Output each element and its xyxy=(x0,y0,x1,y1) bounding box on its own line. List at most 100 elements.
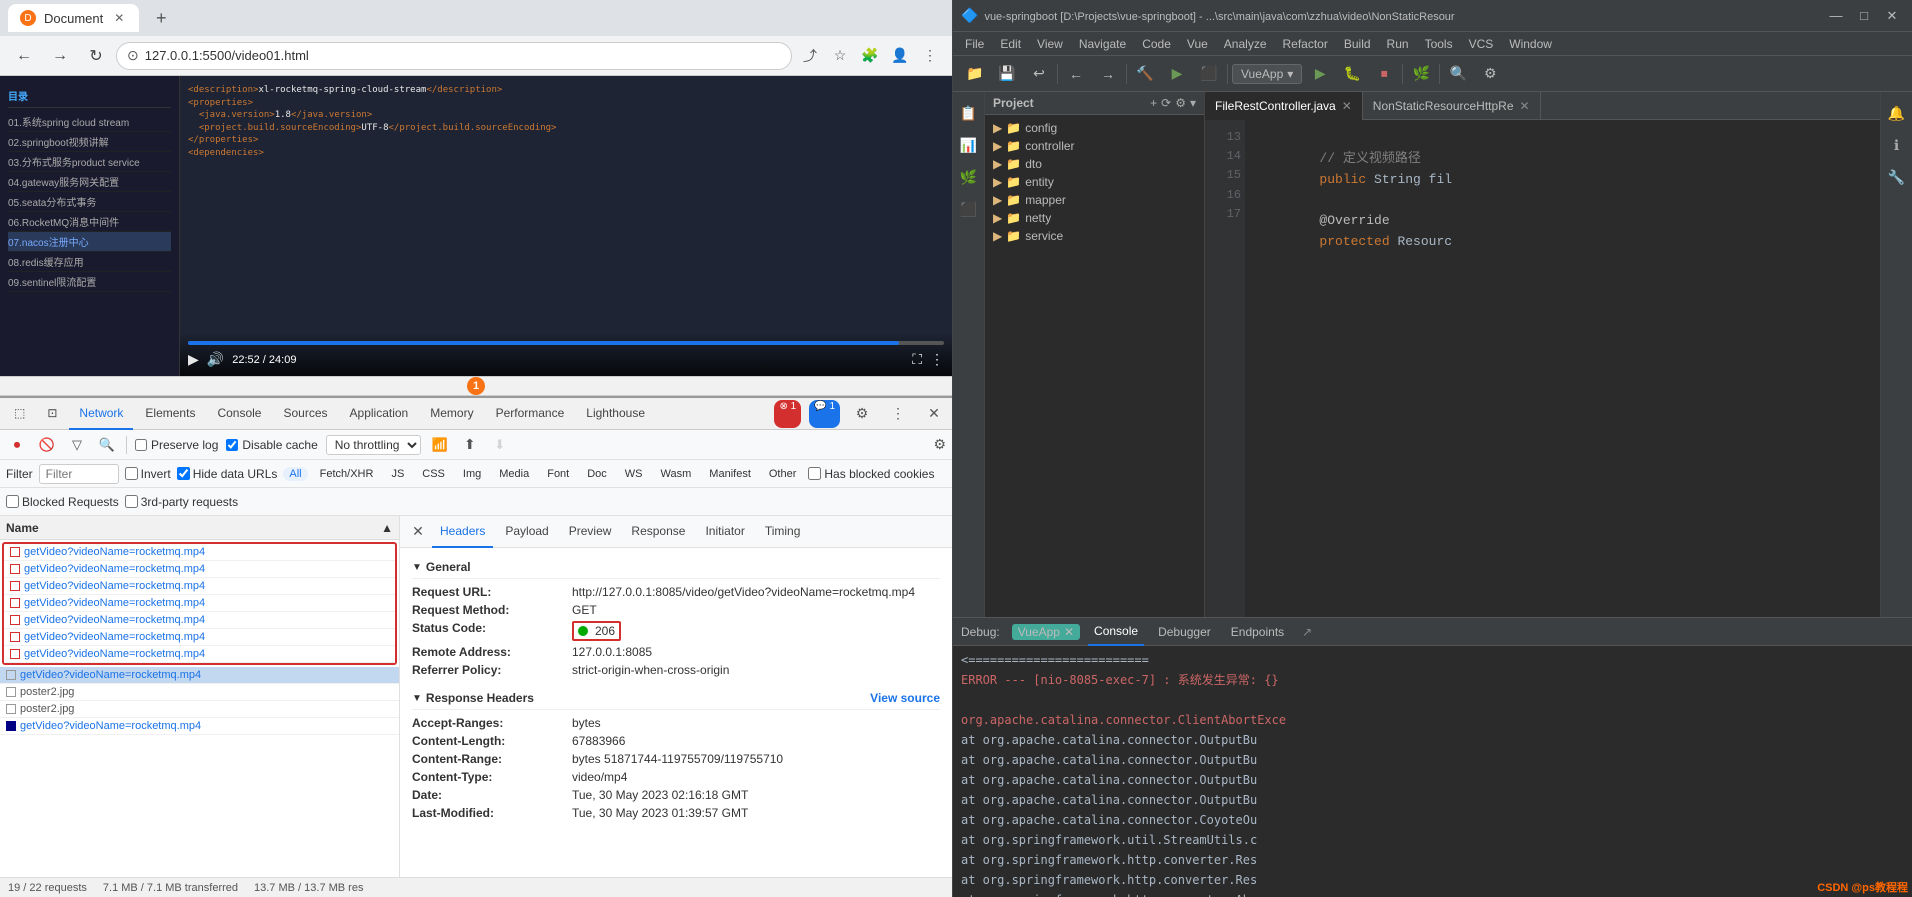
request-item[interactable]: getVideo?videoName=rocketmq.mp4 xyxy=(0,718,399,735)
tree-netty[interactable]: ▶ 📁 netty xyxy=(985,209,1204,227)
menu-window[interactable]: Window xyxy=(1501,32,1560,56)
close-btn[interactable]: ✕ xyxy=(1880,4,1904,28)
add-icon[interactable]: + xyxy=(1150,96,1157,110)
chevron-icon[interactable]: ▾ xyxy=(1190,96,1196,110)
devtool-select-btn[interactable]: ⊡ xyxy=(37,398,67,430)
filter-type-js[interactable]: JS xyxy=(385,467,410,481)
side-terminal-btn[interactable]: ⬛ xyxy=(956,196,982,222)
hide-data-urls-input[interactable] xyxy=(177,467,190,480)
filter-type-fetch[interactable]: Fetch/XHR xyxy=(314,467,380,481)
editor-tab-file1[interactable]: FileRestController.java ✕ xyxy=(1205,92,1363,120)
debug-config-btn[interactable]: 🐛 xyxy=(1338,60,1366,88)
devtools-close-btn[interactable]: ✕ xyxy=(920,400,948,428)
filter-type-doc[interactable]: Doc xyxy=(581,467,613,481)
menu-analyze[interactable]: Analyze xyxy=(1216,32,1275,56)
back-btn[interactable]: ← xyxy=(8,40,40,72)
debug-tab-debugger[interactable]: Debugger xyxy=(1152,618,1217,646)
side-structure-btn[interactable]: 📊 xyxy=(956,132,982,158)
preserve-log-input[interactable] xyxy=(135,439,147,451)
tab-performance[interactable]: Performance xyxy=(486,398,575,430)
menu-tools[interactable]: Tools xyxy=(1417,32,1461,56)
share-btn[interactable]: ⤴ xyxy=(796,42,824,70)
filter-type-ws[interactable]: WS xyxy=(619,467,649,481)
right-info-btn[interactable]: ℹ xyxy=(1884,132,1910,158)
filter-type-other[interactable]: Other xyxy=(763,467,803,481)
more-options-btn[interactable]: ⋮ xyxy=(930,351,944,368)
save-btn[interactable]: 💾 xyxy=(993,60,1021,88)
browser-tab[interactable]: D Document ✕ xyxy=(8,4,139,32)
request-item[interactable]: getVideo?videoName=rocketmq.mp4 xyxy=(4,595,395,612)
general-section-header[interactable]: ▼ General xyxy=(412,556,940,579)
filter-type-manifest[interactable]: Manifest xyxy=(703,467,757,481)
tree-controller[interactable]: ▶ 📁 controller xyxy=(985,137,1204,155)
tab-memory[interactable]: Memory xyxy=(420,398,483,430)
request-item[interactable]: getVideo?videoName=rocketmq.mp4 xyxy=(4,612,395,629)
search-btn[interactable]: 🔍 xyxy=(96,434,118,456)
right-tool-btn[interactable]: 🔧 xyxy=(1884,164,1910,190)
close-detail-btn[interactable]: ✕ xyxy=(408,522,428,542)
extension-btn[interactable]: 🧩 xyxy=(856,42,884,70)
tree-entity[interactable]: ▶ 📁 entity xyxy=(985,173,1204,191)
filter-type-all[interactable]: All xyxy=(283,467,307,481)
detail-tab-initiator[interactable]: Initiator xyxy=(697,516,752,548)
git-btn[interactable]: 🌿 xyxy=(1407,60,1435,88)
tree-service[interactable]: ▶ 📁 service xyxy=(985,227,1204,245)
menu-navigate[interactable]: Navigate xyxy=(1071,32,1134,56)
detail-tab-preview[interactable]: Preview xyxy=(561,516,620,548)
clear-btn[interactable]: 🚫 xyxy=(36,434,58,456)
request-item[interactable]: poster2.jpg xyxy=(0,701,399,718)
progress-bar[interactable] xyxy=(188,341,944,345)
debug-tab-console[interactable]: Console xyxy=(1088,618,1144,646)
stop-config-btn[interactable]: ⏹ xyxy=(1370,60,1398,88)
filter-type-wasm[interactable]: Wasm xyxy=(655,467,698,481)
new-tab-btn[interactable]: + xyxy=(147,4,175,32)
detail-tab-timing[interactable]: Timing xyxy=(757,516,809,548)
view-source-link[interactable]: View source xyxy=(870,691,940,705)
tab-network[interactable]: Network xyxy=(69,398,133,430)
tree-dto[interactable]: ▶ 📁 dto xyxy=(985,155,1204,173)
tab-application[interactable]: Application xyxy=(340,398,419,430)
tab-console[interactable]: Console xyxy=(207,398,271,430)
blocked-cookies-checkbox[interactable]: Has blocked cookies xyxy=(808,467,934,481)
request-item[interactable]: getVideo?videoName=rocketmq.mp4 xyxy=(4,578,395,595)
tab-lighthouse[interactable]: Lighthouse xyxy=(576,398,655,430)
detail-tab-response[interactable]: Response xyxy=(623,516,693,548)
online-icon[interactable]: 📶 xyxy=(429,434,451,456)
filter-input[interactable] xyxy=(39,464,119,484)
back-nav-btn[interactable]: ← xyxy=(1062,60,1090,88)
invert-checkbox[interactable]: Invert xyxy=(125,467,171,481)
preserve-log-checkbox[interactable]: Preserve log xyxy=(135,438,218,452)
record-btn[interactable]: ⏺ xyxy=(6,434,28,456)
filter-btn[interactable]: ▽ xyxy=(66,434,88,456)
request-item[interactable]: getVideo?videoName=rocketmq.mp4 xyxy=(4,646,395,663)
menu-code[interactable]: Code xyxy=(1134,32,1179,56)
tab-close-icon[interactable]: ✕ xyxy=(1342,99,1352,113)
ide-code-content[interactable]: // 定义视频路径 public String fil @Override pr… xyxy=(1245,120,1880,617)
tab-close-icon2[interactable]: ✕ xyxy=(1520,99,1530,113)
play-pause-btn[interactable]: ▶ xyxy=(188,351,199,368)
menu-edit[interactable]: Edit xyxy=(992,32,1029,56)
maximize-btn[interactable]: □ xyxy=(1852,4,1876,28)
project-icon-btn[interactable]: 📁 xyxy=(961,60,989,88)
request-item-selected[interactable]: getVideo?videoName=rocketmq.mp4 xyxy=(0,667,399,684)
tree-config[interactable]: ▶ 📁 config xyxy=(985,119,1204,137)
throttle-select[interactable]: No throttling xyxy=(326,435,421,455)
tab-sources[interactable]: Sources xyxy=(273,398,337,430)
upload-btn[interactable]: ⬆ xyxy=(459,434,481,456)
tab-elements[interactable]: Elements xyxy=(135,398,205,430)
account-btn[interactable]: 👤 xyxy=(886,42,914,70)
close-debug-tab[interactable]: ✕ xyxy=(1064,625,1074,639)
menu-vue[interactable]: Vue xyxy=(1179,32,1216,56)
blocked-requests-input[interactable] xyxy=(6,495,19,508)
invert-input[interactable] xyxy=(125,467,138,480)
filter-type-css[interactable]: CSS xyxy=(416,467,451,481)
volume-btn[interactable]: 🔊 xyxy=(207,351,224,368)
devtool-inspect-btn[interactable]: ⬚ xyxy=(4,398,35,430)
menu-run[interactable]: Run xyxy=(1379,32,1417,56)
filter-type-font[interactable]: Font xyxy=(541,467,575,481)
run-config-dropdown[interactable]: VueApp ▾ xyxy=(1232,64,1302,84)
request-item[interactable]: poster2.jpg xyxy=(0,684,399,701)
request-item[interactable]: getVideo?videoName=rocketmq.mp4 xyxy=(4,629,395,646)
stop-btn[interactable]: ⬛ xyxy=(1195,60,1223,88)
detail-tab-headers[interactable]: Headers xyxy=(432,516,493,548)
